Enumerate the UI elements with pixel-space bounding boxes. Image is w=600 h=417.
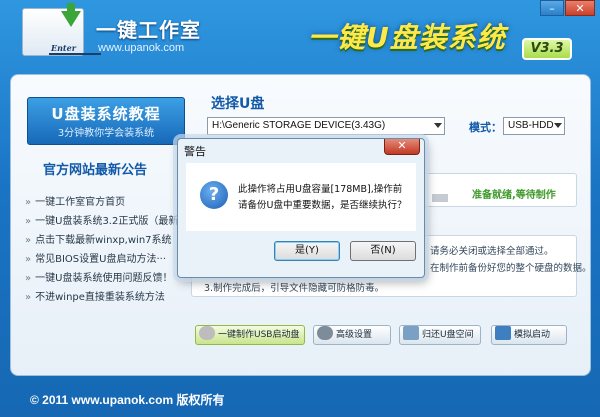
news-item[interactable]: » 一键工作室官方首页 <box>25 193 195 212</box>
dialog-message-line: 此操作将占用U盘容量[178MB],操作前 <box>238 184 403 195</box>
gear-icon <box>317 326 333 340</box>
news-item-label: 不进winpe直接重装系统方法 <box>35 292 165 303</box>
tutorial-subtitle: 3分钟教你学会装系统 <box>57 128 155 139</box>
header: Enter 一键工作室 www.upanok.com 一键U盘装系统 V3.3 … <box>0 0 600 72</box>
brand-name: 一键工作室 <box>96 18 201 42</box>
dialog-message-line: 请备份U盘中重要数据，是否继续执行？ <box>238 200 407 211</box>
close-button[interactable]: ✕ <box>565 0 595 16</box>
logo: Enter <box>22 3 101 56</box>
notice-title: 官方网站最新公告 <box>43 163 148 178</box>
bullet-icon: » <box>25 273 32 284</box>
news-item-label: 常见BIOS设置U盘启动方法··· <box>35 254 167 265</box>
bullet-icon: » <box>25 197 32 208</box>
news-item[interactable]: » 不进winpe直接重装系统方法 <box>25 288 195 307</box>
dialog-body: ? 此操作将占用U盘容量[178MB],操作前 请备份U盘中重要数据，是否继续执… <box>186 163 416 231</box>
no-button[interactable]: 否(N) <box>350 241 416 261</box>
bullet-icon: » <box>25 216 32 227</box>
mode-label: 模式： <box>469 121 502 134</box>
mode-select-value: USB-HDD <box>508 120 554 131</box>
bullet-icon: » <box>25 235 32 246</box>
app-window: Enter 一键工作室 www.upanok.com 一键U盘装系统 V3.3 … <box>0 0 600 417</box>
chevron-down-icon <box>554 123 562 128</box>
rights-text: 版权所有 <box>176 393 225 407</box>
note-line: 在制作前备份好您的整个硬盘的数据。 <box>430 263 592 274</box>
tutorial-button[interactable]: U盘装系统教程 3分钟教你学会装系统 <box>27 97 185 145</box>
copyright-text: © 2011 www.upanok.com <box>30 393 174 407</box>
disk-select[interactable]: H:\Generic STORAGE DEVICE(3.43G) <box>207 117 445 135</box>
warning-dialog: 警告 ✕ ? 此操作将占用U盘容量[178MB],操作前 请备份U盘中重要数据，… <box>177 138 425 278</box>
dialog-title: 警告 <box>184 145 206 158</box>
chevron-down-icon <box>434 123 442 128</box>
restore-space-label: 归还U盘空间 <box>422 330 474 340</box>
news-item[interactable]: » 点击下载最新winxp,win7系统 <box>25 231 195 250</box>
version-badge: V3.3 <box>522 38 572 60</box>
copyright: © 2011 www.upanok.com 版权所有 <box>30 391 224 408</box>
news-item-label: 一键U盘装系统使用问题反馈！ <box>35 273 173 284</box>
simulate-boot-button[interactable]: 模拟启动 <box>491 325 567 345</box>
make-usb-boot-label: 一键制作USB启动盘 <box>218 330 300 340</box>
news-item-label: 一键U盘装系统3.2正式版（最新） <box>35 216 189 227</box>
monitor-icon <box>495 326 511 340</box>
make-usb-boot-button[interactable]: 一键制作USB启动盘 <box>195 325 305 345</box>
news-item[interactable]: » 一键U盘装系统使用问题反馈！ <box>25 269 195 288</box>
simulate-boot-label: 模拟启动 <box>514 330 551 340</box>
app-title: 一键U盘装系统 <box>308 21 506 54</box>
logo-enter-text: Enter <box>51 43 76 53</box>
bullet-icon: » <box>25 254 32 265</box>
note-line: 请务必关闭或选择全部通过。 <box>430 246 554 257</box>
status-text: 准备就绪,等待制作 <box>472 190 556 201</box>
dialog-titlebar[interactable]: 警告 ✕ <box>178 139 424 161</box>
mode-select[interactable]: USB-HDD <box>503 117 565 135</box>
restore-space-button[interactable]: 归还U盘空间 <box>399 325 481 345</box>
logo-underline <box>49 53 101 55</box>
news-item[interactable]: » 一键U盘装系统3.2正式版（最新） <box>25 212 195 231</box>
drive-icon <box>403 326 419 340</box>
news-list: » 一键工作室官方首页 » 一键U盘装系统3.2正式版（最新） » 点击下载最新win… <box>25 193 195 307</box>
yes-button[interactable]: 是(Y) <box>274 241 340 261</box>
advanced-settings-button[interactable]: 高级设置 <box>313 325 391 345</box>
tutorial-title: U盘装系统教程 <box>51 105 161 123</box>
news-item-label: 点击下载最新winxp,win7系统 <box>35 235 172 246</box>
bullet-icon: » <box>25 292 32 303</box>
minimize-button[interactable]: – <box>540 0 564 16</box>
news-item-label: 一键工作室官方首页 <box>35 197 126 208</box>
disc-icon <box>199 326 215 340</box>
select-disk-label: 选择U盘 <box>211 96 265 112</box>
note-line: 3.制作完成后，引导文件隐藏可防格防毒。 <box>204 283 385 294</box>
arrow-down-icon <box>61 11 81 27</box>
news-item[interactable]: » 常见BIOS设置U盘启动方法··· <box>25 250 195 269</box>
question-icon: ? <box>200 181 228 209</box>
progress-bar <box>432 194 448 202</box>
disk-select-value: H:\Generic STORAGE DEVICE(3.43G) <box>212 120 386 131</box>
advanced-settings-label: 高级设置 <box>336 330 373 340</box>
brand-url: www.upanok.com <box>98 42 185 54</box>
dialog-close-button[interactable]: ✕ <box>384 139 420 155</box>
